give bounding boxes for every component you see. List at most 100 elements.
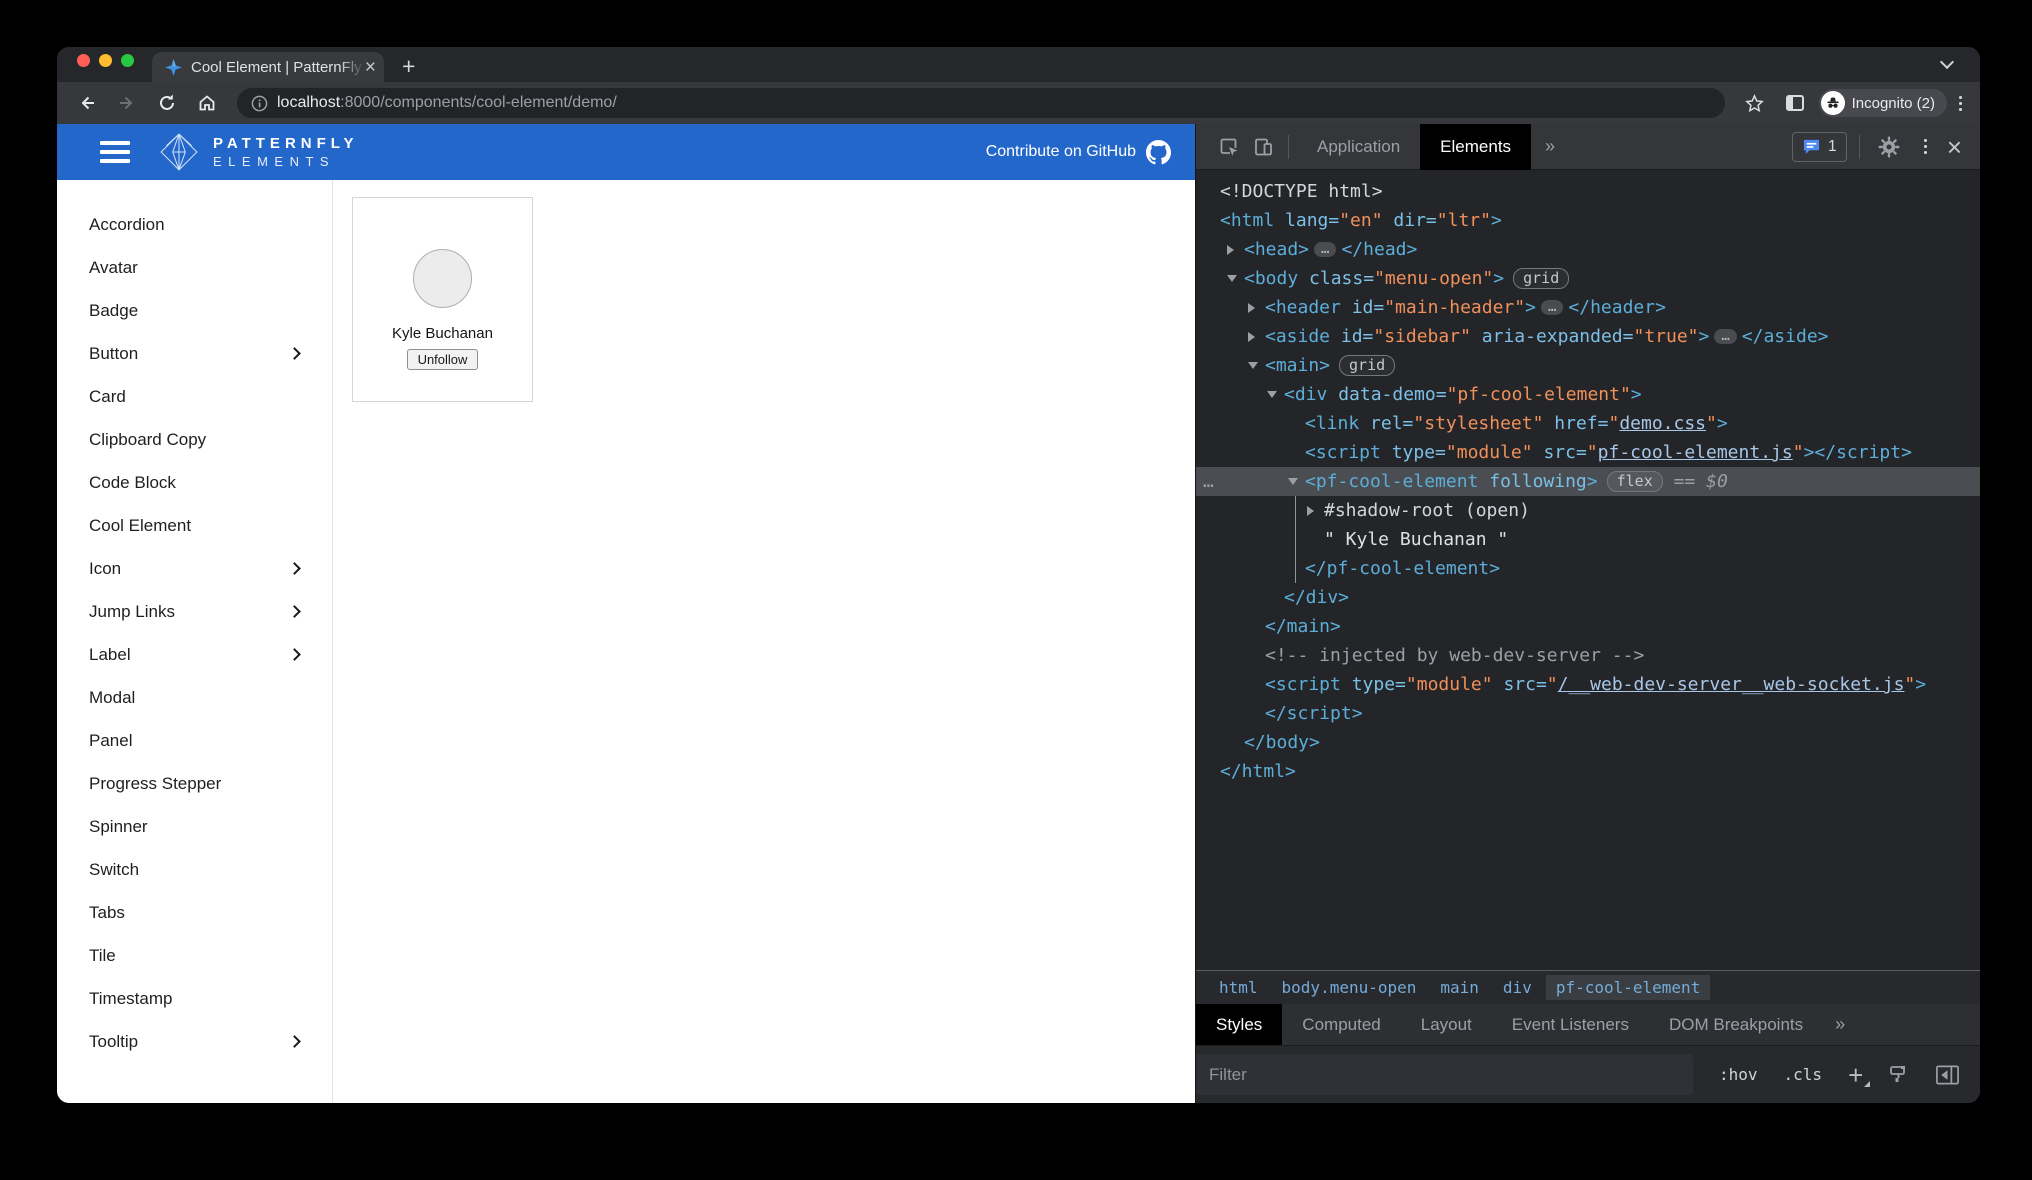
layout-adorner-badge[interactable]: flex [1607, 471, 1663, 492]
dom-tree-line[interactable]: <body class="menu-open">grid [1196, 264, 1980, 293]
devtools-tab-application[interactable]: Application [1297, 124, 1420, 170]
breadcrumb-pf-cool-element[interactable]: pf-cool-element [1546, 975, 1711, 1000]
tab-search-chevron-icon[interactable] [1942, 57, 1952, 67]
dom-tree-line[interactable]: <div data-demo="pf-cool-element"> [1196, 380, 1980, 409]
inspect-element-icon[interactable] [1212, 130, 1246, 164]
dom-tree-line[interactable]: </div> [1196, 583, 1980, 612]
sidebar-item-button[interactable]: Button [57, 332, 332, 375]
styles-filter-input[interactable]: Filter [1196, 1054, 1693, 1095]
dom-tree-line[interactable]: <html lang="en" dir="ltr"> [1196, 206, 1980, 235]
dom-tree-line[interactable]: " Kyle Buchanan " [1196, 525, 1980, 554]
dom-tree-line[interactable]: <head>…</head> [1196, 235, 1980, 264]
dom-tree-line[interactable]: </main> [1196, 612, 1980, 641]
breadcrumb-body-menu-open[interactable]: body.menu-open [1272, 975, 1427, 1000]
expander-closed-icon[interactable] [1248, 303, 1255, 313]
browser-menu-icon[interactable] [1955, 96, 1966, 111]
home-button[interactable] [191, 87, 223, 119]
maximize-window-button[interactable] [121, 54, 134, 67]
layout-adorner-badge[interactable]: grid [1339, 355, 1395, 376]
dom-tree-line[interactable]: …<pf-cool-element following>flex == $0 [1196, 467, 1980, 496]
sidebar-item-progress-stepper[interactable]: Progress Stepper [57, 762, 332, 805]
device-toolbar-icon[interactable] [1246, 130, 1280, 164]
tab-close-icon[interactable]: × [365, 58, 376, 77]
more-tabs-icon[interactable]: » [1531, 136, 1567, 157]
dock-styles-sidebar-icon[interactable] [1935, 1064, 1960, 1086]
collapsed-children-ellipsis[interactable]: … [1714, 329, 1736, 344]
sidebar-item-clipboard-copy[interactable]: Clipboard Copy [57, 418, 332, 461]
expander-closed-icon[interactable] [1307, 506, 1314, 516]
rendering-emulation-icon[interactable] [1887, 1063, 1911, 1087]
collapsed-children-ellipsis[interactable]: … [1541, 300, 1563, 315]
layout-adorner-badge[interactable]: grid [1513, 268, 1569, 289]
panel-tab-styles[interactable]: Styles [1196, 1004, 1282, 1045]
expander-closed-icon[interactable] [1248, 332, 1255, 342]
incognito-badge[interactable]: Incognito (2) [1819, 89, 1947, 117]
expander-open-icon[interactable] [1227, 275, 1237, 282]
sidebar-item-switch[interactable]: Switch [57, 848, 332, 891]
sidebar-item-badge[interactable]: Badge [57, 289, 332, 332]
sidebar-item-tile[interactable]: Tile [57, 934, 332, 977]
expander-open-icon[interactable] [1248, 362, 1258, 369]
panel-tab-computed[interactable]: Computed [1282, 1004, 1400, 1045]
dom-tree-line[interactable]: <aside id="sidebar" aria-expanded="true"… [1196, 322, 1980, 351]
site-info-icon[interactable] [251, 95, 268, 112]
dom-tree-line[interactable]: </html> [1196, 757, 1980, 786]
toggle-element-classes-button[interactable]: .cls [1784, 1065, 1823, 1084]
menu-toggle-icon[interactable] [100, 141, 130, 163]
expander-open-icon[interactable] [1267, 391, 1277, 398]
expander-closed-icon[interactable] [1227, 245, 1234, 255]
back-button[interactable] [71, 87, 103, 119]
url-bar[interactable]: localhost:8000/components/cool-element/d… [237, 88, 1725, 118]
side-panel-icon[interactable] [1779, 87, 1811, 119]
panel-tab-dom-breakpoints[interactable]: DOM Breakpoints [1649, 1004, 1823, 1045]
sidebar-item-spinner[interactable]: Spinner [57, 805, 332, 848]
dom-tree-line[interactable]: <link rel="stylesheet" href="demo.css"> [1196, 409, 1980, 438]
sidebar-item-tooltip[interactable]: Tooltip [57, 1020, 332, 1063]
dom-tree-line[interactable]: <!DOCTYPE html> [1196, 177, 1980, 206]
sidebar-item-accordion[interactable]: Accordion [57, 203, 332, 246]
unfollow-button[interactable]: Unfollow [407, 349, 479, 370]
sidebar-item-panel[interactable]: Panel [57, 719, 332, 762]
collapsed-children-ellipsis[interactable]: … [1314, 242, 1336, 257]
bookmark-star-icon[interactable] [1739, 87, 1771, 119]
devtools-close-icon[interactable]: × [1945, 134, 1964, 160]
breadcrumb-div[interactable]: div [1493, 975, 1542, 1000]
dom-tree-line[interactable]: </script> [1196, 699, 1980, 728]
breadcrumb-main[interactable]: main [1430, 975, 1489, 1000]
sidebar-item-timestamp[interactable]: Timestamp [57, 977, 332, 1020]
toggle-pseudo-classes-button[interactable]: :hov [1719, 1065, 1758, 1084]
devtools-tab-elements[interactable]: Elements [1420, 124, 1531, 170]
sidebar-item-card[interactable]: Card [57, 375, 332, 418]
expander-open-icon[interactable] [1288, 478, 1298, 485]
dom-tree-line[interactable]: </pf-cool-element> [1196, 554, 1980, 583]
reload-button[interactable] [151, 87, 183, 119]
console-messages-badge[interactable]: 1 [1792, 132, 1847, 162]
dom-tree-line[interactable]: <!-- injected by web-dev-server --> [1196, 641, 1980, 670]
panel-tab-layout[interactable]: Layout [1401, 1004, 1492, 1045]
sidebar-item-cool-element[interactable]: Cool Element [57, 504, 332, 547]
new-tab-button[interactable]: + [402, 54, 415, 78]
dom-tree-line[interactable]: </body> [1196, 728, 1980, 757]
node-options-ellipsis[interactable]: … [1203, 467, 1215, 496]
browser-tab[interactable]: Cool Element | PatternFly Elem × [152, 52, 384, 82]
contribute-link[interactable]: Contribute on GitHub [986, 140, 1171, 165]
sidebar-item-tabs[interactable]: Tabs [57, 891, 332, 934]
dom-tree-line[interactable]: <script type="module" src="/__web-dev-se… [1196, 670, 1980, 699]
sidebar-item-modal[interactable]: Modal [57, 676, 332, 719]
close-window-button[interactable] [77, 54, 90, 67]
dom-tree-line[interactable]: <script type="module" src="pf-cool-eleme… [1196, 438, 1980, 467]
panel-tab-event-listeners[interactable]: Event Listeners [1492, 1004, 1649, 1045]
more-panel-tabs-icon[interactable]: » [1823, 1004, 1855, 1045]
dom-tree-line[interactable]: <header id="main-header">…</header> [1196, 293, 1980, 322]
forward-button[interactable] [111, 87, 143, 119]
devtools-menu-icon[interactable] [1920, 139, 1931, 154]
sidebar-item-icon[interactable]: Icon [57, 547, 332, 590]
minimize-window-button[interactable] [99, 54, 112, 67]
devtools-settings-icon[interactable] [1872, 130, 1906, 164]
sidebar-item-jump-links[interactable]: Jump Links [57, 590, 332, 633]
new-style-rule-button[interactable]: + [1848, 1062, 1863, 1088]
dom-tree-line[interactable]: <main>grid [1196, 351, 1980, 380]
brand[interactable]: PATTERNFLY ELEMENTS [158, 131, 359, 173]
breadcrumb-html[interactable]: html [1209, 975, 1268, 1000]
sidebar-item-label[interactable]: Label [57, 633, 332, 676]
